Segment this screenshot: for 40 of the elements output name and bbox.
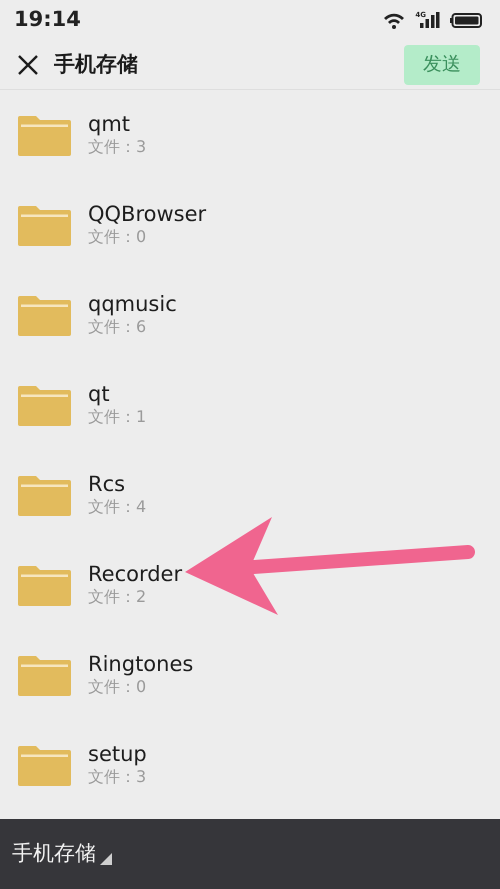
folder-name: qt (88, 382, 111, 408)
folder-name: setup (88, 742, 147, 768)
folder-name: qmt (88, 112, 132, 138)
folder-name: qqmusic (88, 292, 177, 318)
close-button[interactable] (18, 54, 38, 74)
folder-icon (18, 744, 71, 786)
folder-name: QQBrowser (88, 202, 206, 228)
folder-row[interactable]: setup 文件：3 (0, 720, 500, 810)
folder-name: Recorder (88, 562, 182, 588)
status-time: 19:14 (14, 6, 81, 34)
folder-icon (18, 114, 71, 156)
file-count: 文件：3 (88, 137, 146, 158)
folder-icon (18, 654, 71, 696)
folder-name: Ringtones (88, 652, 194, 678)
file-count: 文件：0 (88, 677, 148, 698)
dropdown-triangle-icon (100, 852, 112, 865)
folder-row[interactable]: Recorder 文件：2 (0, 540, 500, 630)
file-count: 文件：1 (88, 407, 146, 428)
folder-icon (18, 204, 71, 246)
folder-row[interactable]: QQBrowser 文件：0 (0, 180, 500, 270)
folder-icon (18, 294, 71, 336)
folder-row[interactable]: Ringtones 文件：0 (0, 630, 500, 720)
folder-icon (18, 564, 71, 606)
storage-selector[interactable]: 手机存储 (12, 838, 112, 870)
close-icon (18, 54, 38, 74)
folder-icon (18, 474, 71, 516)
folder-row[interactable]: qmt 文件：3 (0, 90, 500, 180)
folder-row[interactable]: qqmusic 文件：6 (0, 270, 500, 360)
folder-row[interactable]: Rcs 文件：4 (0, 450, 500, 540)
file-count: 文件：0 (88, 227, 148, 248)
wifi-icon (383, 12, 406, 28)
file-count: 文件：3 (88, 767, 147, 788)
header-title: 手机存储 (54, 50, 138, 78)
file-count: 文件：2 (88, 587, 148, 608)
battery-icon (450, 12, 482, 28)
folder-icon (18, 384, 71, 426)
folder-row[interactable]: qt 文件：1 (0, 360, 500, 450)
file-count: 文件：4 (88, 497, 146, 518)
file-count: 文件：6 (88, 317, 148, 338)
folder-name: Rcs (88, 472, 126, 498)
